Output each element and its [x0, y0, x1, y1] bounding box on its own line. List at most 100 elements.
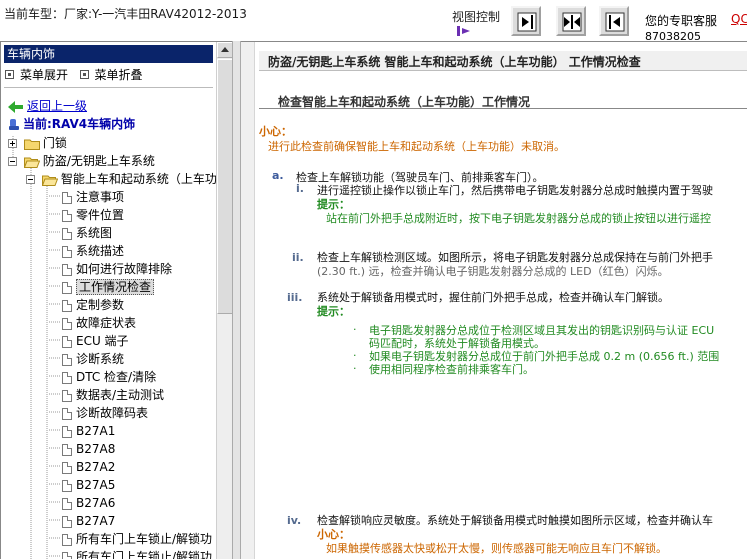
step-ii-text-2: (2.30 ft.) 远，检查并确认电子钥匙发射器分总成的 LED（红色）闪烁。 — [317, 265, 669, 278]
nav-tree: 返回上一级 当前:RAV4车辆内饰 门锁 防盗/无钥匙上车系统 智能上车和起动系… — [1, 94, 216, 559]
collapse-icon — [79, 70, 89, 79]
view-handle-icon[interactable] — [456, 25, 474, 37]
top-bar: 当前车型：厂家:Y-一汽丰田RAV42012-2013 视图控制 您的专职客服 … — [0, 0, 747, 43]
folder-open-icon — [23, 157, 40, 168]
step-iv-number: iv. — [287, 514, 302, 527]
show-right-panel-button[interactable] — [599, 6, 629, 36]
document-icon — [62, 245, 72, 258]
tree-item[interactable]: ECU 端子 — [62, 333, 129, 350]
tree-item-selected[interactable]: 工作情况检查 — [62, 279, 155, 296]
document-icon — [62, 515, 72, 528]
document-icon — [62, 263, 72, 276]
triangle-up-icon — [221, 47, 229, 52]
back-link[interactable]: 返回上一级 — [27, 99, 87, 113]
document-icon — [62, 497, 72, 510]
caution-text-2: 如果触摸传感器太快或松开太慢，则传感器可能无响应且车门不解锁。 — [326, 542, 667, 555]
content-scrollbar[interactable] — [241, 42, 255, 559]
panel-title: 车辆内饰 — [4, 45, 213, 63]
tree-folder-door-lock[interactable]: 门锁 — [8, 135, 67, 152]
expand-all-button[interactable]: 菜单展开 — [5, 66, 68, 83]
document-icon — [62, 299, 72, 312]
arrow-right-bar-icon — [517, 12, 537, 32]
section-bar: 检查智能上车和起动系统（上车功能）工作情况 — [259, 92, 747, 109]
document-icon — [62, 371, 72, 384]
tree-item[interactable]: 定制参数 — [62, 297, 124, 314]
tree-item[interactable]: B27A8 — [62, 441, 115, 458]
document-icon — [62, 317, 72, 330]
document-icon — [62, 389, 72, 402]
hint-label-2: 提示： — [317, 305, 350, 318]
step-iv-text: 检查解锁响应灵敏度。系统处于解锁备用模式时触摸如图所示区域，检查并确认车 — [317, 514, 713, 527]
document-icon — [62, 335, 72, 348]
step-a-number: a. — [272, 169, 284, 182]
tree-item[interactable]: DTC 检查/清除 — [62, 369, 156, 386]
expand-plus-icon — [8, 139, 17, 148]
tree-item[interactable]: 系统图 — [62, 225, 112, 242]
document-icon — [62, 191, 72, 204]
show-left-panel-button[interactable] — [511, 6, 541, 36]
arrow-left-bar-icon — [605, 12, 625, 32]
document-icon — [62, 551, 72, 559]
document-icon — [62, 461, 72, 474]
panel-splitter[interactable] — [232, 41, 241, 559]
step-iii-text: 系统处于解锁备用模式时，握住前门外把手总成，检查并确认车门解锁。 — [317, 291, 669, 304]
scroll-up-arrow[interactable] — [217, 42, 232, 58]
tree-item[interactable]: B27A2 — [62, 459, 115, 476]
panel-divider — [4, 87, 213, 88]
collapse-minus-icon — [26, 175, 35, 184]
tree-item[interactable]: 零件位置 — [62, 207, 124, 224]
caution-label: 小心： — [259, 125, 292, 138]
tree-item[interactable]: 诊断故障码表 — [62, 405, 148, 422]
document-icon — [62, 281, 72, 294]
step-iii-number: iii. — [287, 291, 303, 304]
view-control-label: 视图控制 — [452, 10, 501, 24]
tree-item[interactable]: 故障症状表 — [62, 315, 136, 332]
split-arrows-icon — [562, 12, 582, 32]
collapse-minus-icon — [8, 157, 17, 166]
back-arrow-icon — [8, 100, 23, 113]
document-icon — [62, 425, 72, 438]
collapse-all-button[interactable]: 菜单折叠 — [79, 66, 143, 83]
tree-item[interactable]: 注意事项 — [62, 189, 124, 206]
step-i-text: 进行遥控锁止操作以锁止车门，然后携带电子钥匙发射器分总成时触摸内置于驾驶 — [317, 184, 713, 197]
left-panel: 车辆内饰 菜单展开 菜单折叠 返回上一级 当前:RAV4车辆内饰 门锁 防盗/无… — [0, 41, 232, 559]
scroll-thumb[interactable] — [217, 59, 232, 314]
tree-folder-smart-entry[interactable]: 智能上车和起动系统（上车功 — [26, 171, 216, 188]
back-link-row[interactable]: 返回上一级 — [8, 98, 87, 115]
tree-item[interactable]: B27A7 — [62, 513, 115, 530]
document-icon — [62, 479, 72, 492]
doc-title: 防盗/无钥匙上车系统 智能上车和起动系统（上车功能） 工作情况检查 — [268, 55, 641, 69]
tree-folder-anti-theft[interactable]: 防盗/无钥匙上车系统 — [8, 153, 155, 170]
hint-bullet: · — [353, 362, 357, 375]
split-view-button[interactable] — [556, 6, 586, 36]
tree-item[interactable]: B27A5 — [62, 477, 115, 494]
tree-item[interactable]: B27A6 — [62, 495, 115, 512]
document-icon — [62, 443, 72, 456]
current-node-row: 当前:RAV4车辆内饰 — [8, 116, 135, 133]
caution-text: 进行此检查前确保智能上车和起动系统（上车功能）未取消。 — [268, 140, 565, 153]
tree-item[interactable]: 诊断系统 — [62, 351, 124, 368]
tree-item[interactable]: 所有车门上车锁止/解锁功 — [62, 531, 212, 548]
hint-bullet: · — [353, 323, 357, 336]
expand-icon — [5, 70, 14, 79]
service-label: 您的专职客服 — [645, 14, 718, 28]
document-icon — [62, 227, 72, 240]
folder-open-icon — [41, 175, 58, 186]
car-seat-icon — [9, 118, 19, 130]
tree-item[interactable]: 如何进行故障排除 — [62, 261, 172, 278]
left-scrollbar[interactable] — [216, 42, 232, 559]
tree-item[interactable]: 系统描述 — [62, 243, 124, 260]
service-qq-link[interactable]: QC — [731, 12, 747, 26]
document-icon — [62, 533, 72, 546]
document-icon — [62, 407, 72, 420]
tree-item[interactable]: 数据表/主动测试 — [62, 387, 164, 404]
tree-item[interactable]: B27A1 — [62, 423, 115, 440]
current-node: 当前:RAV4车辆内饰 — [23, 117, 136, 131]
vehicle-info: 当前车型：厂家:Y-一汽丰田RAV42012-2013 — [4, 7, 247, 21]
hint-text: 站在前门外把手总成附近时，按下电子钥匙发射器分总成的锁止按钮以进行遥控 — [326, 212, 711, 225]
step-i-number: i. — [296, 182, 304, 195]
tree-item[interactable]: 所有车门上车锁止/解锁功 — [62, 549, 212, 559]
hint-item: 使用相同程序检查前排乘客车门。 — [369, 363, 534, 376]
expand-bar: 菜单展开 菜单折叠 — [5, 66, 151, 82]
hint-bullet: · — [353, 349, 357, 362]
